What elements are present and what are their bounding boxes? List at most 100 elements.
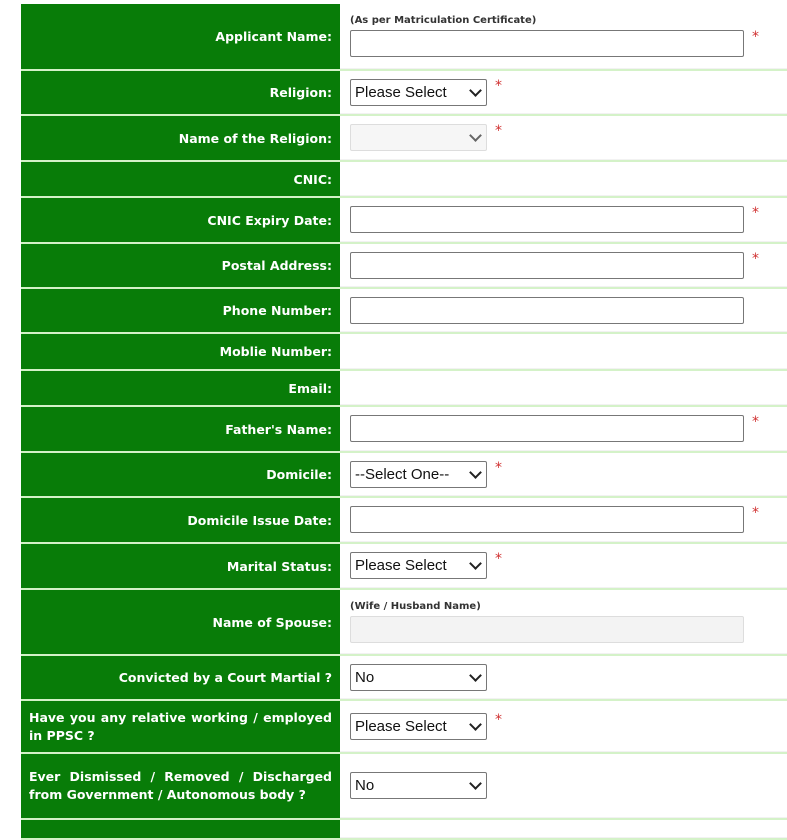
field-cell: * bbox=[340, 116, 787, 160]
form-row-marital-status: Marital Status: Please Select * bbox=[21, 544, 787, 590]
field-control-line: No bbox=[350, 772, 787, 799]
have-you-any-relative-working-employed-in-ppsc-select[interactable]: Please Select bbox=[350, 712, 487, 740]
field-control-line: * bbox=[350, 206, 787, 233]
name-of-the-religion-select bbox=[350, 124, 487, 151]
required-asterisk: * bbox=[495, 551, 502, 567]
applicant-name-input[interactable] bbox=[350, 30, 744, 57]
form-row-moblie-number: Moblie Number: bbox=[21, 334, 787, 371]
field-label: Phone Number: bbox=[21, 289, 340, 332]
form-row-domicile: Domicile: --Select One-- * bbox=[21, 453, 787, 498]
form-row-religion: Religion: Please Select * bbox=[21, 71, 787, 116]
field-control-line bbox=[350, 615, 787, 643]
form-row-ever-dismissed-removed-discharged-from-government-autonomous-body: Ever Dismissed / Removed / Discharged fr… bbox=[21, 754, 787, 820]
chevron-down-icon bbox=[469, 129, 482, 142]
field-control-line: --Select One-- * bbox=[350, 459, 787, 488]
religion-select[interactable]: Please Select bbox=[350, 78, 487, 106]
field-control-line: * bbox=[350, 124, 787, 151]
field-cell bbox=[340, 820, 787, 838]
field-cell: No bbox=[340, 656, 787, 699]
chevron-down-icon bbox=[469, 668, 482, 682]
field-control-line: * bbox=[350, 415, 787, 442]
chevron-down-icon bbox=[469, 83, 482, 97]
field-label: Domicile Issue Date: bbox=[21, 498, 340, 542]
field-cell: (As per Matriculation Certificate) * bbox=[340, 4, 787, 69]
select-value: No bbox=[355, 668, 375, 686]
field-control-line: * bbox=[350, 30, 787, 57]
field-cell: * bbox=[340, 498, 787, 542]
form-row-father-s-name: Father's Name: * bbox=[21, 407, 787, 453]
form-row-postal-address: Postal Address: * bbox=[21, 244, 787, 289]
field-label: CNIC Expiry Date: bbox=[21, 198, 340, 242]
form-row-name-of-spouse: Name of Spouse: (Wife / Husband Name) bbox=[21, 590, 787, 656]
field-cell: * bbox=[340, 198, 787, 242]
field-label: Domicile: bbox=[21, 453, 340, 496]
required-asterisk: * bbox=[752, 505, 759, 521]
chevron-down-icon bbox=[469, 777, 482, 790]
field-control-line: Please Select * bbox=[350, 712, 787, 740]
field-cell bbox=[340, 162, 787, 196]
required-asterisk: * bbox=[495, 459, 502, 476]
domicile-issue-date-input[interactable] bbox=[350, 506, 744, 533]
field-cell: No bbox=[340, 754, 787, 818]
select-value: Please Select bbox=[355, 717, 447, 735]
field-label: Moblie Number: bbox=[21, 334, 340, 369]
field-hint: (Wife / Husband Name) bbox=[350, 600, 481, 612]
field-label: Postal Address: bbox=[21, 244, 340, 287]
field-label: Marital Status: bbox=[21, 544, 340, 588]
field-label: Father's Name: bbox=[21, 407, 340, 451]
required-asterisk: * bbox=[495, 123, 502, 139]
field-hint: (As per Matriculation Certificate) bbox=[350, 15, 537, 26]
select-value: --Select One-- bbox=[355, 465, 450, 483]
field-label: Name of the Religion: bbox=[21, 116, 340, 160]
chevron-down-icon bbox=[469, 557, 482, 570]
required-asterisk: * bbox=[752, 250, 759, 267]
chevron-down-icon bbox=[469, 717, 482, 731]
ever-dismissed-removed-discharged-from-government-autonomous-body-select[interactable]: No bbox=[350, 772, 487, 799]
required-asterisk: * bbox=[752, 205, 759, 221]
application-form: Applicant Name: (As per Matriculation Cer… bbox=[21, 4, 787, 840]
name-of-spouse-input bbox=[350, 615, 744, 643]
field-control-line: * bbox=[350, 250, 787, 279]
required-asterisk: * bbox=[752, 29, 759, 45]
field-control-line: Please Select * bbox=[350, 552, 787, 579]
field-control-line: Please Select * bbox=[350, 77, 787, 106]
field-cell: (Wife / Husband Name) bbox=[340, 590, 787, 654]
field-label: Have you any relative working / employed… bbox=[21, 701, 340, 752]
field-control-line: * bbox=[350, 506, 787, 533]
form-row-cnic: CNIC: bbox=[21, 162, 787, 198]
cnic-expiry-date-input[interactable] bbox=[350, 206, 744, 233]
field-cell: Please Select * bbox=[340, 544, 787, 588]
marital-status-select[interactable]: Please Select bbox=[350, 552, 487, 579]
required-asterisk: * bbox=[752, 414, 759, 430]
convicted-by-a-court-martial-select[interactable]: No bbox=[350, 663, 487, 691]
form-row-name-of-the-religion: Name of the Religion: * bbox=[21, 116, 787, 162]
father-s-name-input[interactable] bbox=[350, 415, 744, 442]
field-cell: Please Select * bbox=[340, 701, 787, 752]
field-label: Ever Dismissed / Removed / Discharged fr… bbox=[21, 754, 340, 818]
form-row-email: Email: bbox=[21, 371, 787, 407]
domicile-select[interactable]: --Select One-- bbox=[350, 460, 487, 488]
required-asterisk: * bbox=[495, 77, 502, 94]
field-cell bbox=[340, 334, 787, 369]
field-label: CNIC: bbox=[21, 162, 340, 196]
select-value: Please Select bbox=[355, 557, 447, 574]
field-cell: --Select One-- * bbox=[340, 453, 787, 496]
form-row-have-you-any-relative-working-employed-in-ppsc: Have you any relative working / employed… bbox=[21, 701, 787, 754]
form-row-cnic-expiry-date: CNIC Expiry Date: * bbox=[21, 198, 787, 244]
postal-address-input[interactable] bbox=[350, 251, 744, 279]
form-row-phone-number: Phone Number: bbox=[21, 289, 787, 334]
field-cell: * bbox=[340, 244, 787, 287]
field-label: Name of Spouse: bbox=[21, 590, 340, 654]
form-row-applicant-name: Applicant Name: (As per Matriculation Cer… bbox=[21, 4, 787, 71]
field-cell bbox=[340, 289, 787, 332]
field-label: Convicted by a Court Martial ? bbox=[21, 656, 340, 699]
form-row-domicile-issue-date: Domicile Issue Date: * bbox=[21, 498, 787, 544]
field-label: Email: bbox=[21, 371, 340, 405]
field-control-line: No bbox=[350, 663, 787, 691]
phone-number-input[interactable] bbox=[350, 296, 744, 324]
field-cell: * bbox=[340, 407, 787, 451]
form-row-convicted-by-a-court-martial: Convicted by a Court Martial ? No bbox=[21, 656, 787, 701]
select-value: Please Select bbox=[355, 83, 447, 101]
field-control-line bbox=[350, 296, 787, 324]
select-value: No bbox=[355, 777, 375, 794]
